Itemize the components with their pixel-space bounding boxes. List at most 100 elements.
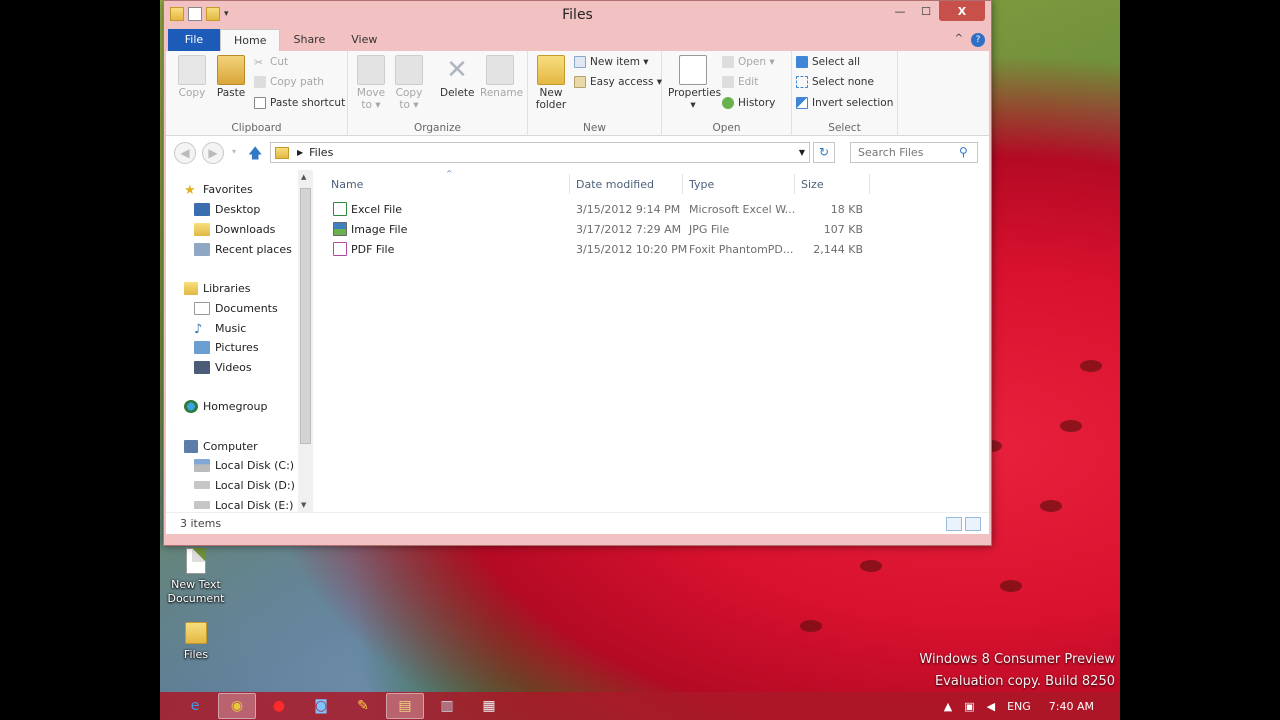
address-dropdown-icon[interactable]: ▼ xyxy=(799,148,805,157)
properties-button[interactable]: Properties ▾ xyxy=(668,55,721,111)
tab-share[interactable]: Share xyxy=(280,29,338,51)
column-type[interactable]: Type xyxy=(689,178,714,191)
file-date: 3/15/2012 9:14 PM xyxy=(576,203,681,216)
new-item-button[interactable]: New item ▾ xyxy=(574,53,649,71)
new-folder-button[interactable]: New folder xyxy=(534,55,568,111)
history-button[interactable]: History xyxy=(722,94,775,112)
nav-music[interactable]: ♪ Music xyxy=(194,318,246,338)
copy-to-button[interactable]: Copy to ▾ xyxy=(394,55,424,111)
chrome-icon[interactable]: ◉ xyxy=(218,693,256,719)
breadcrumb-files[interactable]: Files xyxy=(309,146,333,159)
details-view-icon[interactable] xyxy=(946,517,962,531)
column-date-modified[interactable]: Date modified xyxy=(576,178,654,191)
move-to-label: Move xyxy=(356,87,386,99)
file-size: 18 KB xyxy=(830,203,863,216)
nav-desktop[interactable]: Desktop xyxy=(194,199,260,219)
copy-path-button[interactable]: Copy path xyxy=(254,73,324,91)
maximize-button[interactable]: ☐ xyxy=(913,1,939,21)
column-name[interactable]: Name xyxy=(331,178,363,191)
nav-downloads[interactable]: Downloads xyxy=(194,219,275,239)
help-icon[interactable]: ? xyxy=(971,33,985,47)
nav-label: Desktop xyxy=(215,202,261,216)
pdf-file-icon xyxy=(333,242,347,256)
select-all-button[interactable]: Select all xyxy=(796,53,860,71)
scroll-up-icon[interactable]: ▲ xyxy=(301,173,306,181)
scroll-down-icon[interactable]: ▼ xyxy=(301,501,306,509)
column-separator[interactable] xyxy=(682,174,683,194)
search-icon[interactable]: ⚲ xyxy=(959,145,968,159)
volume-icon[interactable]: ◀ xyxy=(987,700,995,713)
column-separator[interactable] xyxy=(794,174,795,194)
up-button[interactable]: 🡅 xyxy=(248,143,262,167)
minimize-button[interactable]: — xyxy=(887,1,913,21)
table-row[interactable]: PDF File 3/15/2012 10:20 PM Foxit Phanto… xyxy=(331,240,863,260)
nav-libraries[interactable]: Libraries xyxy=(184,278,251,298)
open-button[interactable]: Open ▾ xyxy=(722,53,775,71)
recent-locations-dropdown[interactable]: ▾ xyxy=(228,142,240,164)
network-icon[interactable]: ▣ xyxy=(964,700,974,713)
copy-path-label: Copy path xyxy=(270,76,324,88)
nav-favorites[interactable]: ★ Favorites xyxy=(184,179,253,199)
easy-access-button[interactable]: Easy access ▾ xyxy=(574,73,662,91)
scrollbar-thumb[interactable] xyxy=(300,188,311,444)
column-separator[interactable] xyxy=(569,174,570,194)
system-tray: ▲ ▣ ◀ ENG 7:40 AM xyxy=(944,692,1120,720)
copy-button[interactable]: Copy xyxy=(176,55,208,99)
back-button[interactable]: ◀ xyxy=(174,142,196,164)
nav-computer[interactable]: Computer xyxy=(184,436,258,456)
paste-button[interactable]: Paste xyxy=(214,55,248,99)
select-none-button[interactable]: Select none xyxy=(796,73,874,91)
edit-button[interactable]: Edit xyxy=(722,73,758,91)
invert-selection-button[interactable]: Invert selection xyxy=(796,94,893,112)
clock[interactable]: 7:40 AM xyxy=(1049,700,1094,713)
paste-shortcut-button[interactable]: Paste shortcut xyxy=(254,94,345,112)
nav-local-disk-d[interactable]: Local Disk (D:) xyxy=(194,475,295,495)
desktop-icon-new-text-document[interactable]: New Text Document xyxy=(160,548,232,606)
taskbar: e ◉ ● ◙ ✎ ▤ ▥ ▦ ▲ ▣ ◀ ENG 7:40 AM xyxy=(160,692,1120,720)
internet-explorer-icon[interactable]: e xyxy=(176,693,214,719)
nav-scrollbar[interactable]: ▲ ▼ xyxy=(298,170,313,512)
app-icon[interactable]: ◙ xyxy=(302,693,340,719)
collapse-ribbon-icon[interactable]: ^ xyxy=(955,33,963,47)
breadcrumb-chevron-icon[interactable]: ▶ xyxy=(297,148,303,157)
nav-documents[interactable]: Documents xyxy=(194,298,278,318)
desktop-icon-files[interactable]: Files xyxy=(160,622,232,662)
large-icons-view-icon[interactable] xyxy=(965,517,981,531)
opera-icon[interactable]: ● xyxy=(260,693,298,719)
paste-shortcut-label: Paste shortcut xyxy=(270,97,346,109)
file-type: Microsoft Excel W... xyxy=(689,203,796,216)
title-bar[interactable]: ▾ Files — ☐ X xyxy=(164,1,991,29)
column-separator[interactable] xyxy=(869,174,870,194)
folder-icon xyxy=(185,622,207,644)
forward-button[interactable]: ▶ xyxy=(202,142,224,164)
rename-button[interactable]: Rename xyxy=(480,55,523,99)
notepad-icon[interactable]: ▥ xyxy=(428,693,466,719)
nav-local-disk-c[interactable]: Local Disk (C:) xyxy=(194,455,294,475)
tray-arrow-icon[interactable]: ▲ xyxy=(944,700,952,713)
nav-videos[interactable]: Videos xyxy=(194,357,252,377)
close-button[interactable]: X xyxy=(939,1,985,21)
file-explorer-taskbar-icon[interactable]: ▤ xyxy=(386,693,424,719)
properties-icon xyxy=(679,55,707,85)
column-size[interactable]: Size xyxy=(801,178,824,191)
nav-homegroup[interactable]: Homegroup xyxy=(184,396,267,416)
move-to-button[interactable]: Move to ▾ xyxy=(356,55,386,111)
pen-icon[interactable]: ✎ xyxy=(344,693,382,719)
address-bar-row: ◀ ▶ ▾ 🡅 ▶ Files ▼ ↻ ⚲ xyxy=(166,136,989,170)
nav-pictures[interactable]: Pictures xyxy=(194,337,259,357)
drive-icon xyxy=(194,501,210,509)
tab-view[interactable]: View xyxy=(338,29,390,51)
tab-file[interactable]: File xyxy=(168,29,220,51)
table-row[interactable]: Image File 3/17/2012 7:29 AM JPG File 10… xyxy=(331,220,863,240)
delete-button[interactable]: ✕ Delete xyxy=(440,55,475,99)
refresh-button[interactable]: ↻ xyxy=(813,142,835,163)
paste-shortcut-icon xyxy=(254,97,266,109)
language-indicator[interactable]: ENG xyxy=(1007,700,1031,713)
table-row[interactable]: Excel File 3/15/2012 9:14 PM Microsoft E… xyxy=(331,200,863,220)
cut-button[interactable]: ✂ Cut xyxy=(254,53,288,71)
address-field[interactable]: ▶ Files ▼ xyxy=(270,142,810,163)
nav-recent-places[interactable]: Recent places xyxy=(194,239,292,259)
computer-icon xyxy=(184,439,198,453)
tab-home[interactable]: Home xyxy=(220,29,281,51)
document-app-icon[interactable]: ▦ xyxy=(470,693,508,719)
